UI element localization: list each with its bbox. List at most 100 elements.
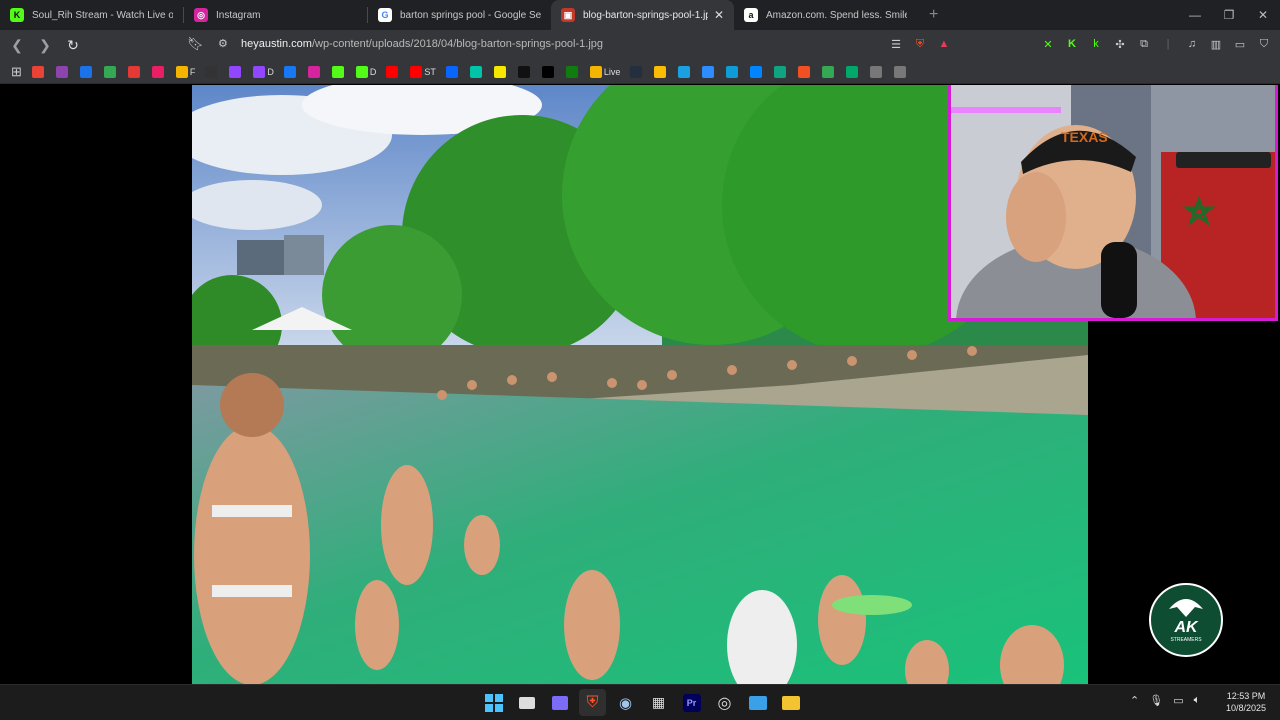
extension-icons: ✕ K k ✣ ⧉ | ♫ ▥ ▭ ⛉ ≡ (1040, 35, 1280, 53)
page-viewport: TEXAS AK STREAMERS (0, 85, 1280, 684)
bookmark-edge-27[interactable] (723, 63, 743, 81)
microphone-icon[interactable]: 🎙︎ (1149, 694, 1163, 707)
display-icon[interactable]: ▭ (1173, 694, 1183, 707)
bookmark-x-20[interactable] (539, 63, 559, 81)
tab-bar: K Soul_Rih Stream - Watch Live on ◎ Inst… (0, 0, 1280, 30)
kick-icon (355, 65, 368, 78)
bookmark-arrow-25[interactable] (675, 63, 695, 81)
bookmark-messenger-28[interactable] (747, 63, 767, 81)
address-bar[interactable]: heyaustin.com/wp-content/uploads/2018/04… (241, 38, 603, 50)
bookmark-app-1[interactable] (53, 63, 73, 81)
brave-shield-icon[interactable]: ⛨ (912, 35, 928, 53)
brave-browser-icon[interactable]: ⛨ (579, 689, 606, 716)
music-icon[interactable]: ♫ (1184, 35, 1200, 53)
vpn-icon[interactable]: ⛉ (1256, 35, 1272, 53)
premiere-pro-icon[interactable]: Pr (678, 689, 705, 716)
close-tab-icon[interactable]: ✕ (714, 8, 724, 22)
bookmark-kick-13[interactable]: D (353, 63, 380, 81)
bookmark-facebook-10[interactable] (281, 63, 301, 81)
bookmark-folder-6[interactable]: F (173, 63, 199, 81)
url-host: heyaustin.com (241, 38, 312, 50)
bookmark-microsoft-30[interactable] (795, 63, 815, 81)
arrow-icon (678, 65, 691, 78)
close-window-icon[interactable]: ✕ (1246, 0, 1280, 30)
puzzle-icon[interactable]: ✣ (1112, 35, 1128, 53)
bookmark-f-17[interactable] (467, 63, 487, 81)
taskbar-apps: ⛨ ◉ ▦ Pr ◎ (480, 689, 804, 716)
bookmark-drive-31[interactable] (819, 63, 839, 81)
x-icon (541, 65, 554, 78)
amazon-icon: a (744, 8, 758, 22)
kick-icon: K (10, 8, 24, 22)
back-icon[interactable]: ❮ (6, 34, 28, 56)
apps-grid-icon[interactable]: ⊞ (8, 63, 25, 81)
tab-kick[interactable]: K Soul_Rih Stream - Watch Live on (0, 0, 183, 30)
tab-amazon[interactable]: a Amazon.com. Spend less. Smile more (734, 0, 917, 30)
photos-icon[interactable] (744, 689, 771, 716)
reader-mode-icon[interactable]: ☰ (888, 35, 904, 53)
site-settings-icon[interactable]: ⚙ (218, 37, 228, 50)
bookmark-drive-24[interactable] (651, 63, 671, 81)
bookmark-globe-33[interactable] (867, 63, 887, 81)
steam-icon[interactable]: ◉ (612, 689, 639, 716)
bookmark-pin-26[interactable] (699, 63, 719, 81)
bookmark-kick-12[interactable] (329, 63, 349, 81)
bookmark-label: Live (603, 66, 621, 77)
app-icon[interactable] (546, 689, 573, 716)
xbox-icon (565, 65, 578, 78)
bookmark-chart-32[interactable] (843, 63, 863, 81)
forward-icon[interactable]: ❯ (34, 34, 56, 56)
bookmark-chatgpt-29[interactable] (771, 63, 791, 81)
kick-extension-icon[interactable]: K (1064, 35, 1080, 53)
bookmark-icon[interactable]: 🔖︎ (187, 36, 204, 52)
bookmark-tiktok-19[interactable] (515, 63, 535, 81)
minimize-icon[interactable]: — (1178, 0, 1212, 30)
browser-toolbar: ❮ ❯ ↻ 🔖︎ ⚙ heyaustin.com/wp-content/uplo… (0, 30, 1280, 60)
screenshot-icon[interactable]: ⧉ (1136, 35, 1152, 53)
bookmark-download-red-4[interactable] (125, 63, 145, 81)
kick-extension-icon[interactable]: k (1088, 35, 1104, 53)
bookmark-gmail-0[interactable] (29, 63, 49, 81)
address-bar-actions: ☰ ⛨ ▲ (888, 35, 952, 53)
bookmark-heart-5[interactable] (149, 63, 169, 81)
bookmark-globe-34[interactable] (891, 63, 911, 81)
file-explorer-icon[interactable] (777, 689, 804, 716)
bookmark-meta-16[interactable] (443, 63, 463, 81)
bookmark-twitch-9[interactable]: D (250, 63, 277, 81)
sidebar-icon[interactable]: ▥ (1208, 35, 1224, 53)
tab-google-search[interactable]: G barton springs pool - Google Search (368, 0, 551, 30)
system-tray: ⌃ 🎙︎ ▭ 🔈︎ (1130, 694, 1200, 707)
bookmark-twitch-8[interactable] (226, 63, 246, 81)
bookmark-label: F (189, 66, 196, 77)
chevron-up-icon[interactable]: ⌃ (1130, 694, 1139, 707)
obs-icon[interactable]: ◎ (711, 689, 738, 716)
bookmark-instagram-11[interactable] (305, 63, 325, 81)
bookmark-download-3[interactable] (101, 63, 121, 81)
start-button-icon[interactable] (480, 689, 507, 716)
taskbar-clock[interactable]: 12:53 PM 10/8/2025 (1220, 690, 1272, 714)
task-view-icon[interactable] (513, 689, 540, 716)
s-icon (205, 65, 218, 78)
bookmark-check-2[interactable] (77, 63, 97, 81)
instagram-icon: ◎ (194, 8, 208, 22)
bookmark-folder-22[interactable]: Live (587, 63, 624, 81)
bookmark-chat-18[interactable] (491, 63, 511, 81)
clock-time: 12:53 PM (1226, 691, 1266, 701)
app-icon[interactable]: ▦ (645, 689, 672, 716)
tab-instagram[interactable]: ◎ Instagram (184, 0, 367, 30)
reload-icon[interactable]: ↻ (62, 34, 84, 56)
restore-icon[interactable]: ❐ (1212, 0, 1246, 30)
brave-rewards-icon[interactable]: ▲ (936, 35, 952, 53)
bookmark-xbox-21[interactable] (563, 63, 583, 81)
bookmark-youtube-15[interactable]: ST (407, 63, 439, 81)
check-icon (79, 65, 92, 78)
tab-image-active[interactable]: ▣ blog-barton-springs-pool-1.jpg ✕ (551, 0, 734, 30)
new-tab-button[interactable]: + (929, 6, 938, 24)
drive-icon (654, 65, 667, 78)
wallet-icon[interactable]: ▭ (1232, 35, 1248, 53)
volume-icon[interactable]: 🔈︎ (1194, 694, 1201, 707)
bookmark-youtube-14[interactable] (383, 63, 403, 81)
bookmark-s-7[interactable] (202, 63, 222, 81)
bookmark-amazon-23[interactable] (627, 63, 647, 81)
extension-icon[interactable]: ✕ (1040, 35, 1056, 53)
